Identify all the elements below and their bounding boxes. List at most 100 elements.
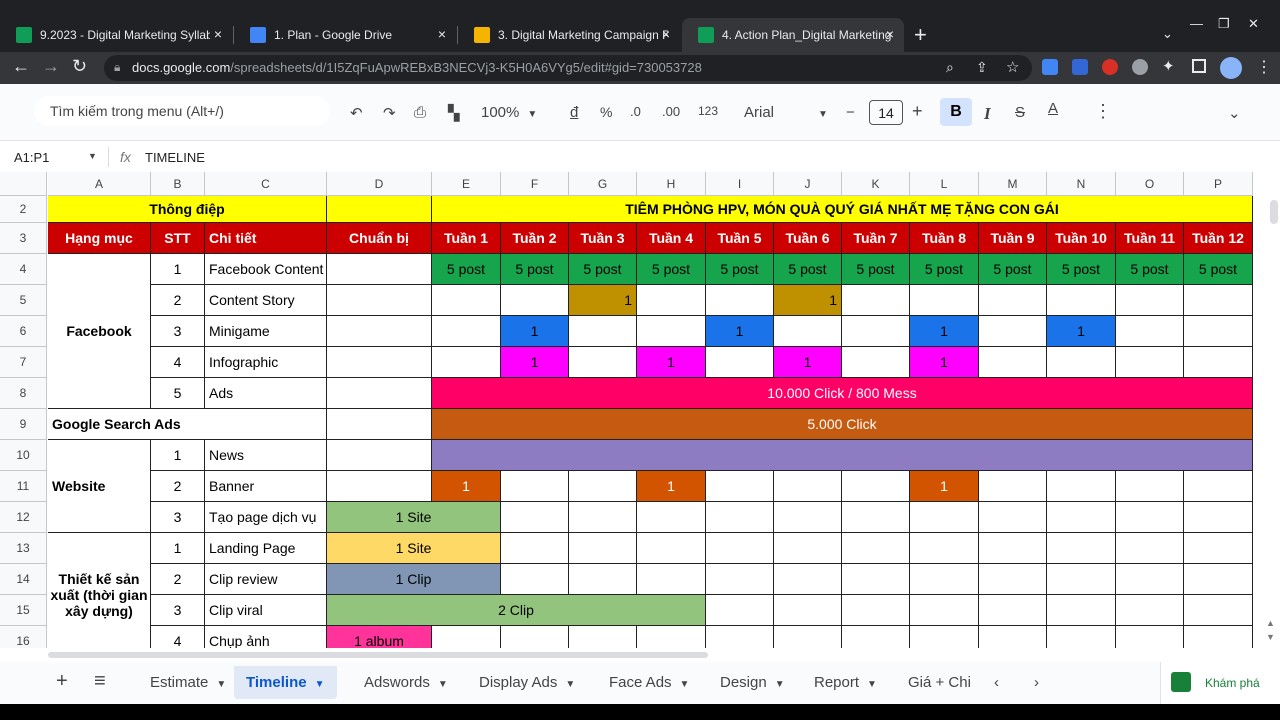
cell[interactable] xyxy=(1116,533,1184,564)
cell[interactable] xyxy=(979,316,1047,347)
cell-infographic[interactable]: 1 xyxy=(910,347,979,378)
chevron-right-icon[interactable]: › xyxy=(1034,674,1039,691)
row-header[interactable]: 6 xyxy=(0,316,47,347)
header-week[interactable]: Tuần 5 xyxy=(706,223,774,254)
new-tab-button[interactable]: + xyxy=(914,22,927,48)
cell-banner[interactable]: 1 xyxy=(432,471,501,502)
cell[interactable] xyxy=(327,285,432,316)
cell-item-name[interactable]: Banner xyxy=(205,471,327,502)
column-header[interactable]: D xyxy=(327,172,432,196)
chevron-down-icon[interactable]: ▼ xyxy=(680,679,690,690)
column-header[interactable]: C xyxy=(205,172,327,196)
cell-clip-viral[interactable]: 2 Clip xyxy=(327,595,706,626)
more-vert-icon[interactable]: ⋮ xyxy=(1256,57,1272,77)
cell-item-name[interactable]: Infographic xyxy=(205,347,327,378)
row-header[interactable]: 11 xyxy=(0,471,47,502)
sheet-tab[interactable]: Face Ads ▼ xyxy=(609,674,689,691)
cell[interactable] xyxy=(569,533,637,564)
cell[interactable] xyxy=(706,626,774,648)
cell-post[interactable]: 5 post xyxy=(637,254,706,285)
cell-gsa-target[interactable]: 5.000 Click xyxy=(432,409,1253,440)
scroll-up-icon[interactable]: ▲ xyxy=(1266,618,1275,628)
chevron-down-icon[interactable]: ▼ xyxy=(565,679,575,690)
column-header[interactable]: M xyxy=(979,172,1047,196)
cell[interactable] xyxy=(774,564,842,595)
cell-post[interactable]: 5 post xyxy=(569,254,637,285)
cell[interactable] xyxy=(910,285,979,316)
bookmark-star-icon[interactable]: ☆ xyxy=(1006,58,1019,76)
cell-item-name[interactable]: Chụp ảnh xyxy=(205,626,327,648)
cell[interactable] xyxy=(774,471,842,502)
row-header[interactable]: 15 xyxy=(0,595,47,626)
cell-minigame[interactable]: 1 xyxy=(910,316,979,347)
cell-stt[interactable]: 2 xyxy=(151,564,205,595)
row-header[interactable]: 8 xyxy=(0,378,47,409)
cell-stt[interactable]: 2 xyxy=(151,471,205,502)
cell[interactable] xyxy=(501,285,569,316)
close-icon[interactable]: × xyxy=(438,26,446,42)
paint-format-icon[interactable]: ▚ xyxy=(448,104,460,122)
sheet-tab[interactable]: Adswords ▼ xyxy=(364,674,448,691)
cell-stt[interactable]: 3 xyxy=(151,595,205,626)
extensions-puzzle-icon[interactable]: ✦ xyxy=(1162,57,1175,75)
cell[interactable] xyxy=(706,564,774,595)
cell-post[interactable]: 5 post xyxy=(501,254,569,285)
menu-search-input[interactable]: Tìm kiếm trong menu (Alt+/) xyxy=(34,96,330,126)
cell[interactable] xyxy=(910,564,979,595)
cell[interactable] xyxy=(842,564,910,595)
cell-banner[interactable]: 1 xyxy=(910,471,979,502)
cell[interactable] xyxy=(1116,502,1184,533)
cell[interactable] xyxy=(706,347,774,378)
cell[interactable] xyxy=(706,502,774,533)
cell[interactable] xyxy=(327,440,432,471)
row-header[interactable]: 2 xyxy=(0,196,47,223)
cell[interactable] xyxy=(910,533,979,564)
cell[interactable] xyxy=(774,502,842,533)
extension-icon[interactable] xyxy=(1072,59,1088,75)
cell[interactable] xyxy=(501,502,569,533)
cell-stt[interactable]: 3 xyxy=(151,316,205,347)
cell[interactable] xyxy=(1116,626,1184,648)
browser-tab-1[interactable]: 9.2023 - Digital Marketing Syllabus × xyxy=(0,18,232,52)
cell-story[interactable]: 1 xyxy=(774,285,842,316)
avatar[interactable] xyxy=(1220,57,1242,79)
header-week[interactable]: Tuần 7 xyxy=(842,223,910,254)
cell-post[interactable]: 5 post xyxy=(432,254,501,285)
row-header[interactable]: 3 xyxy=(0,223,47,254)
cell[interactable] xyxy=(569,502,637,533)
row-header[interactable]: 5 xyxy=(0,285,47,316)
cell-stt[interactable]: 1 xyxy=(151,440,205,471)
cell-item-name[interactable]: Clip viral xyxy=(205,595,327,626)
cell-infographic[interactable]: 1 xyxy=(637,347,706,378)
cell[interactable] xyxy=(842,502,910,533)
cell[interactable] xyxy=(1047,347,1116,378)
cell[interactable] xyxy=(569,471,637,502)
cell-landing-page[interactable]: 1 Site xyxy=(327,533,501,564)
currency-format-button[interactable]: đ xyxy=(570,104,578,121)
name-box[interactable]: A1:P1 xyxy=(14,150,49,165)
cell-stt[interactable]: 1 xyxy=(151,254,205,285)
cell[interactable] xyxy=(569,626,637,648)
explore-button[interactable]: Khám phá xyxy=(1160,662,1280,704)
sheet-tab[interactable]: Timeline ▼ xyxy=(234,666,337,699)
cell[interactable] xyxy=(774,595,842,626)
sheet-tab[interactable]: Estimate ▼ xyxy=(150,674,226,691)
zoom-icon[interactable]: ⌕ xyxy=(946,59,954,76)
cell[interactable] xyxy=(327,347,432,378)
sheet-tab[interactable]: Giá + Chi xyxy=(908,674,971,691)
vertical-scrollbar[interactable] xyxy=(1262,172,1280,648)
cell-story[interactable]: 1 xyxy=(569,285,637,316)
cell-infographic[interactable]: 1 xyxy=(774,347,842,378)
cell[interactable] xyxy=(1047,502,1116,533)
cell[interactable] xyxy=(569,347,637,378)
cell[interactable] xyxy=(910,502,979,533)
cell[interactable] xyxy=(637,626,706,648)
cell-minigame[interactable]: 1 xyxy=(706,316,774,347)
cell[interactable] xyxy=(1047,533,1116,564)
browser-tab-2[interactable]: 1. Plan - Google Drive × xyxy=(234,18,456,52)
cell[interactable] xyxy=(1184,533,1253,564)
cell[interactable] xyxy=(501,471,569,502)
cell[interactable] xyxy=(569,316,637,347)
column-header[interactable]: O xyxy=(1116,172,1184,196)
cell[interactable] xyxy=(1184,316,1253,347)
